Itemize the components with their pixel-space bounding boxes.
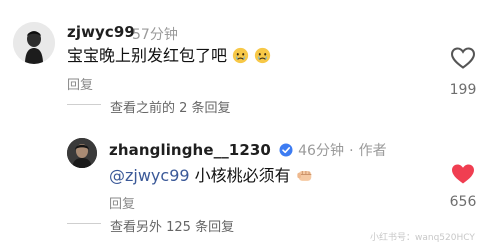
like-count: 199 — [449, 82, 477, 98]
like-button[interactable] — [443, 46, 483, 74]
mention-link[interactable]: @zjwyc99 — [109, 166, 190, 185]
comment-text: 宝宝晚上别发红包了吧 — [67, 42, 271, 68]
reply-button[interactable]: 回复 — [109, 193, 135, 212]
author-tag: 作者 — [358, 143, 387, 159]
like-button[interactable] — [443, 162, 483, 190]
like-count: 656 — [449, 194, 477, 210]
comment-body: 宝宝晚上别发红包了吧 — [67, 46, 228, 65]
heart-outline-icon — [450, 47, 476, 74]
avatar[interactable] — [13, 22, 55, 64]
comment-header: zhanglinghe__1230 46分钟 · 作者 — [109, 140, 387, 161]
comment-time: 57分钟 — [132, 27, 178, 43]
comment-text: @zjwyc99 小核桃必须有 — [109, 162, 314, 188]
fist-icon — [296, 167, 314, 188]
crying-face-icon — [254, 47, 271, 68]
view-previous-replies[interactable]: 查看之前的 2 条回复 — [110, 97, 231, 116]
comment-username[interactable]: zjwyc99 — [67, 23, 135, 41]
avatar[interactable] — [67, 138, 97, 168]
separator-dot: · — [349, 143, 354, 159]
comment-username[interactable]: zhanglinghe__1230 — [109, 141, 271, 159]
crying-face-icon — [232, 47, 249, 68]
divider — [67, 223, 101, 224]
watermark: 小红书号：wanq520HCY — [370, 233, 475, 243]
comment-body: 小核桃必须有 — [194, 166, 291, 185]
comment-time: 46分钟 — [298, 143, 344, 159]
divider — [67, 104, 101, 105]
reply-button[interactable]: 回复 — [67, 74, 93, 93]
heart-filled-icon — [450, 164, 476, 190]
verified-badge-icon — [279, 142, 293, 161]
view-more-replies[interactable]: 查看另外 125 条回复 — [110, 216, 234, 235]
